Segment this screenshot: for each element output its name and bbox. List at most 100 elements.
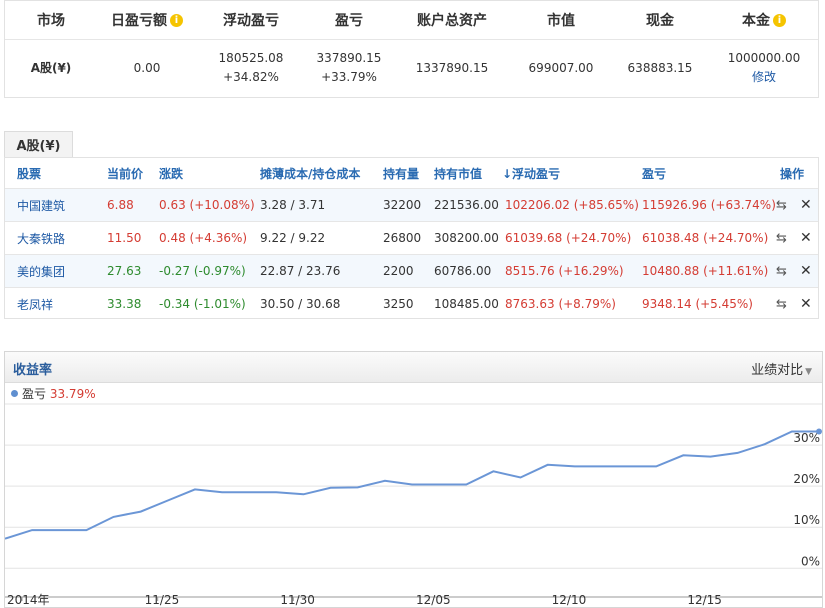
x-tick-label: 12/10 [552, 593, 587, 607]
col-holding-value[interactable]: 持有市值 [434, 158, 482, 188]
stock-cost: 22.87 / 23.76 [260, 264, 341, 278]
total-assets-cell: 1337890.15 [393, 39, 511, 97]
stock-cost: 3.28 / 3.71 [260, 198, 326, 212]
header-market-value-label: 市值 [547, 13, 575, 29]
header-cash: 现金 [611, 1, 709, 39]
cash-cell: 638883.15 [611, 39, 709, 97]
info-icon[interactable]: i [170, 13, 183, 27]
x-tick-label: 2014年 [7, 593, 50, 607]
transfer-icon[interactable]: ⇆ [776, 288, 787, 320]
y-tick-label: 0% [801, 554, 820, 568]
stock-price: 33.38 [107, 297, 142, 311]
col-stock[interactable]: 股票 [17, 158, 41, 188]
daily-pnl-value: 0.00 [133, 60, 161, 75]
stock-holding-value: 108485.00 [434, 297, 499, 311]
stock-holding-value: 308200.00 [434, 231, 499, 245]
transfer-icon[interactable]: ⇆ [776, 189, 787, 221]
stock-pnl: 10480.88 (+11.61%) [642, 264, 769, 278]
table-row: 美的集团 27.63 -0.27 (-0.97%) 22.87 / 23.76 2200… [5, 254, 818, 287]
account-summary: 市场 日盈亏额 i 浮动盈亏 盈亏 账户总资产 市值 现金 本金 i A股(¥) 0… [4, 0, 819, 98]
return-line-chart: 0% 10% 20% 30% 2014年 11/25 11/30 12/05 12/10 12/1… [5, 403, 822, 607]
close-icon[interactable]: ✕ [800, 255, 812, 287]
stock-quantity: 3250 [383, 297, 414, 311]
stock-quantity: 26800 [383, 231, 422, 245]
col-pnl[interactable]: 盈亏 [642, 158, 666, 188]
x-tick-label: 12/15 [687, 593, 722, 607]
cash-value: 638883.15 [627, 60, 693, 75]
floating-pnl-value: 180525.08 [218, 51, 284, 65]
header-total-assets-label: 账户总资产 [417, 13, 487, 29]
edit-principal-link[interactable]: 修改 [752, 68, 776, 87]
pnl-cell: 337890.15 +33.79% [305, 39, 393, 97]
stock-pnl: 115926.96 (+63.74%) [642, 198, 776, 212]
stock-name[interactable]: 美的集团 [17, 255, 65, 287]
floating-pnl-percent: +34.82% [223, 70, 279, 84]
y-tick-label: 20% [793, 472, 820, 486]
stock-change: 0.63 (+10.08%) [159, 198, 255, 212]
market-value-amount-cell: 699007.00 [511, 39, 611, 97]
stock-name[interactable]: 大秦铁路 [17, 222, 65, 254]
series-end-point [816, 428, 822, 435]
tab-a-shares-label: A股(¥) [16, 139, 61, 154]
stock-price: 11.50 [107, 231, 142, 245]
floating-pnl-cell: 180525.08 +34.82% [197, 39, 305, 97]
header-pnl: 盈亏 [305, 1, 393, 39]
market-name: A股(¥) [30, 60, 72, 75]
x-tick-label: 12/05 [416, 593, 451, 607]
summary-header-row: 市场 日盈亏额 i 浮动盈亏 盈亏 账户总资产 市值 现金 本金 i [5, 1, 818, 40]
y-tick-label: 30% [793, 431, 820, 445]
stock-cost: 30.50 / 30.68 [260, 297, 341, 311]
y-tick-label: 10% [793, 513, 820, 527]
stock-name[interactable]: 中国建筑 [17, 189, 65, 221]
header-market-label: 市场 [37, 13, 65, 29]
transfer-icon[interactable]: ⇆ [776, 255, 787, 287]
table-row: 大秦铁路 11.50 0.48 (+4.36%) 9.22 / 9.22 26800 30… [5, 221, 818, 254]
stock-pnl: 9348.14 (+5.45%) [642, 297, 753, 311]
transfer-icon[interactable]: ⇆ [776, 222, 787, 254]
stock-change: 0.48 (+4.36%) [159, 231, 248, 245]
return-chart-panel: 收益率 业绩对比 ▼ 盈亏 33.79% 0% 10% 20% 30% 2014年 11/2… [4, 351, 823, 608]
header-floating-pnl-label: 浮动盈亏 [223, 13, 279, 29]
info-icon[interactable]: i [773, 13, 786, 27]
principal-value: 1000000.00 [727, 51, 801, 65]
close-icon[interactable]: ✕ [800, 189, 812, 221]
col-price[interactable]: 当前价 [107, 158, 143, 188]
x-tick-label: 11/25 [145, 593, 180, 607]
table-row: 中国建筑 6.88 0.63 (+10.08%) 3.28 / 3.71 32200 22… [5, 188, 818, 221]
daily-pnl-cell: 0.00 [97, 39, 197, 97]
stock-holding-value: 60786.00 [434, 264, 492, 278]
x-tick-label: 11/30 [280, 593, 315, 607]
tab-a-shares[interactable]: A股(¥) [4, 131, 73, 157]
pnl-value: 337890.15 [316, 51, 382, 65]
stock-name[interactable]: 老凤祥 [17, 288, 53, 320]
col-floating-pnl[interactable]: ↓浮动盈亏 [502, 158, 560, 188]
col-quantity[interactable]: 持有量 [383, 158, 419, 188]
stock-floating-pnl: 102206.02 (+85.65%) [505, 198, 639, 212]
stock-floating-pnl: 8515.76 (+16.29%) [505, 264, 624, 278]
header-principal: 本金 i [709, 1, 819, 39]
col-cost[interactable]: 摊薄成本/持仓成本 [260, 158, 360, 188]
holdings-header-row: 股票 当前价 涨跌 摊薄成本/持仓成本 持有量 持有市值 ↓浮动盈亏 盈亏 操作 [5, 158, 818, 188]
header-floating-pnl: 浮动盈亏 [197, 1, 305, 39]
stock-floating-pnl: 8763.63 (+8.79%) [505, 297, 616, 311]
close-icon[interactable]: ✕ [800, 222, 812, 254]
market-value-amount: 699007.00 [528, 60, 594, 75]
stock-price: 6.88 [107, 198, 134, 212]
close-icon[interactable]: ✕ [800, 288, 812, 320]
table-row: 老凤祥 33.38 -0.34 (-1.01%) 30.50 / 30.68 3250 1… [5, 287, 818, 320]
holdings-table: 股票 当前价 涨跌 摊薄成本/持仓成本 持有量 持有市值 ↓浮动盈亏 盈亏 操作… [4, 157, 819, 319]
stock-floating-pnl: 61039.68 (+24.70%) [505, 231, 632, 245]
stock-change: -0.34 (-1.01%) [159, 297, 246, 311]
stock-quantity: 2200 [383, 264, 414, 278]
header-cash-label: 现金 [646, 13, 674, 29]
header-market-value: 市值 [511, 1, 611, 39]
pnl-percent: +33.79% [321, 70, 377, 84]
header-market: 市场 [5, 1, 97, 39]
market-value-cell: A股(¥) [5, 39, 97, 97]
stock-cost: 9.22 / 9.22 [260, 231, 326, 245]
header-principal-label: 本金 [742, 13, 770, 29]
col-change[interactable]: 涨跌 [159, 158, 183, 188]
principal-cell: 1000000.00 修改 [709, 39, 819, 97]
summary-value-row: A股(¥) 0.00 180525.08 +34.82% 337890.15 +33… [5, 39, 818, 97]
stock-price: 27.63 [107, 264, 142, 278]
